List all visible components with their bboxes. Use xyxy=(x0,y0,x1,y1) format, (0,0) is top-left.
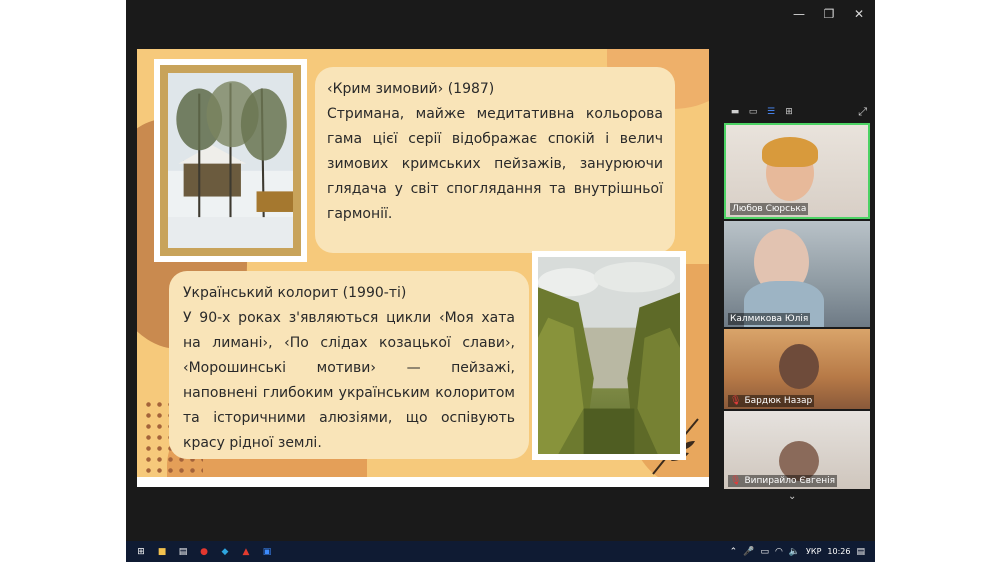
participant-name: Калмикова Юлія xyxy=(728,313,811,325)
minimize-icon[interactable]: — xyxy=(791,6,807,22)
section-body: Стримана, майже медитативна кольорова га… xyxy=(327,106,663,222)
crimea-landscape-frame xyxy=(532,251,686,460)
notification-icon[interactable]: ▤ xyxy=(856,547,865,557)
view-switcher: ▬ ▭ ☰ ⊞ xyxy=(730,107,794,117)
zoom-app-icon[interactable]: ▣ xyxy=(261,546,273,558)
shared-slide: ‹Крим зимовий› (1987) Стримана, майже ме… xyxy=(137,49,709,487)
participant-tile[interactable]: 🎙 Випирайло Євгенія xyxy=(724,411,870,489)
minimize-view-icon[interactable]: ▬ xyxy=(730,107,740,117)
participant-video xyxy=(779,344,819,389)
telegram-icon[interactable]: ◆ xyxy=(219,546,231,558)
participants-panel: ▬ ▭ ☰ ⊞ ⤢ Любов Сюрська Калмикова Юлія 🎙… xyxy=(716,101,875,506)
keyboard-language[interactable]: УКР xyxy=(806,547,821,556)
opera-browser-icon[interactable]: ● xyxy=(198,546,210,558)
painting-border xyxy=(160,65,301,256)
microphone-icon[interactable]: 🎤 xyxy=(743,547,754,557)
restore-icon[interactable]: ❐ xyxy=(821,6,837,22)
participant-tile[interactable]: Калмикова Юлія xyxy=(724,221,870,327)
slide-bottom-bar xyxy=(137,477,709,487)
window-controls: — ❐ ✕ xyxy=(791,6,867,22)
section-title: Український колорит (1990-ті) xyxy=(183,285,407,301)
thumbnail-view-icon[interactable]: ▭ xyxy=(748,107,758,117)
mic-muted-icon: 🎙 xyxy=(730,396,742,406)
crimea-landscape-painting xyxy=(538,257,680,454)
winter-crimea-painting xyxy=(168,73,293,248)
participant-name: 🎙 Бардюк Назар xyxy=(728,395,815,407)
participant-video xyxy=(762,137,818,167)
strip-view-icon[interactable]: ☰ xyxy=(766,107,776,117)
participant-name: 🎙 Випирайло Євгенія xyxy=(728,475,838,487)
participant-tile[interactable]: 🎙 Бардюк Назар xyxy=(724,329,870,409)
clock-time[interactable]: 10:26 xyxy=(827,547,850,556)
taskbar: ⊞ ■ ▤ ● ◆ ▲ ▣ ⌃ 🎤 ▭ ◠ 🔈 УКР 10:26 ▤ xyxy=(126,541,875,562)
chevron-up-icon[interactable]: ⌃ xyxy=(730,547,738,557)
winter-painting-frame xyxy=(154,59,307,262)
grid-view-icon[interactable]: ⊞ xyxy=(784,107,794,117)
volume-icon[interactable]: 🔈 xyxy=(789,547,800,557)
section-crimea-winter: ‹Крим зимовий› (1987) Стримана, майже ме… xyxy=(315,67,675,253)
expand-icon[interactable]: ⤢ xyxy=(858,105,867,119)
windows-start-icon[interactable]: ⊞ xyxy=(135,546,147,558)
section-ukrainian-colorit: Український колорит (1990-ті) У 90-х рок… xyxy=(169,271,529,459)
wifi-icon[interactable]: ◠ xyxy=(775,547,783,557)
document-icon[interactable]: ▤ xyxy=(177,546,189,558)
mic-muted-icon: 🎙 xyxy=(730,476,742,486)
pdf-reader-icon[interactable]: ▲ xyxy=(240,546,252,558)
battery-icon[interactable]: ▭ xyxy=(760,547,769,557)
close-icon[interactable]: ✕ xyxy=(851,6,867,22)
section-body: У 90-х роках з'являються цикли ‹Моя хата… xyxy=(183,310,515,451)
participant-name: Любов Сюрська xyxy=(730,203,809,215)
chevron-down-icon[interactable]: ⌄ xyxy=(788,491,796,502)
participant-tile[interactable]: Любов Сюрська xyxy=(724,123,870,219)
system-tray: ⌃ 🎤 ▭ ◠ 🔈 УКР 10:26 ▤ xyxy=(730,541,865,562)
section-title: ‹Крим зимовий› (1987) xyxy=(327,81,495,97)
file-explorer-icon[interactable]: ■ xyxy=(156,546,168,558)
